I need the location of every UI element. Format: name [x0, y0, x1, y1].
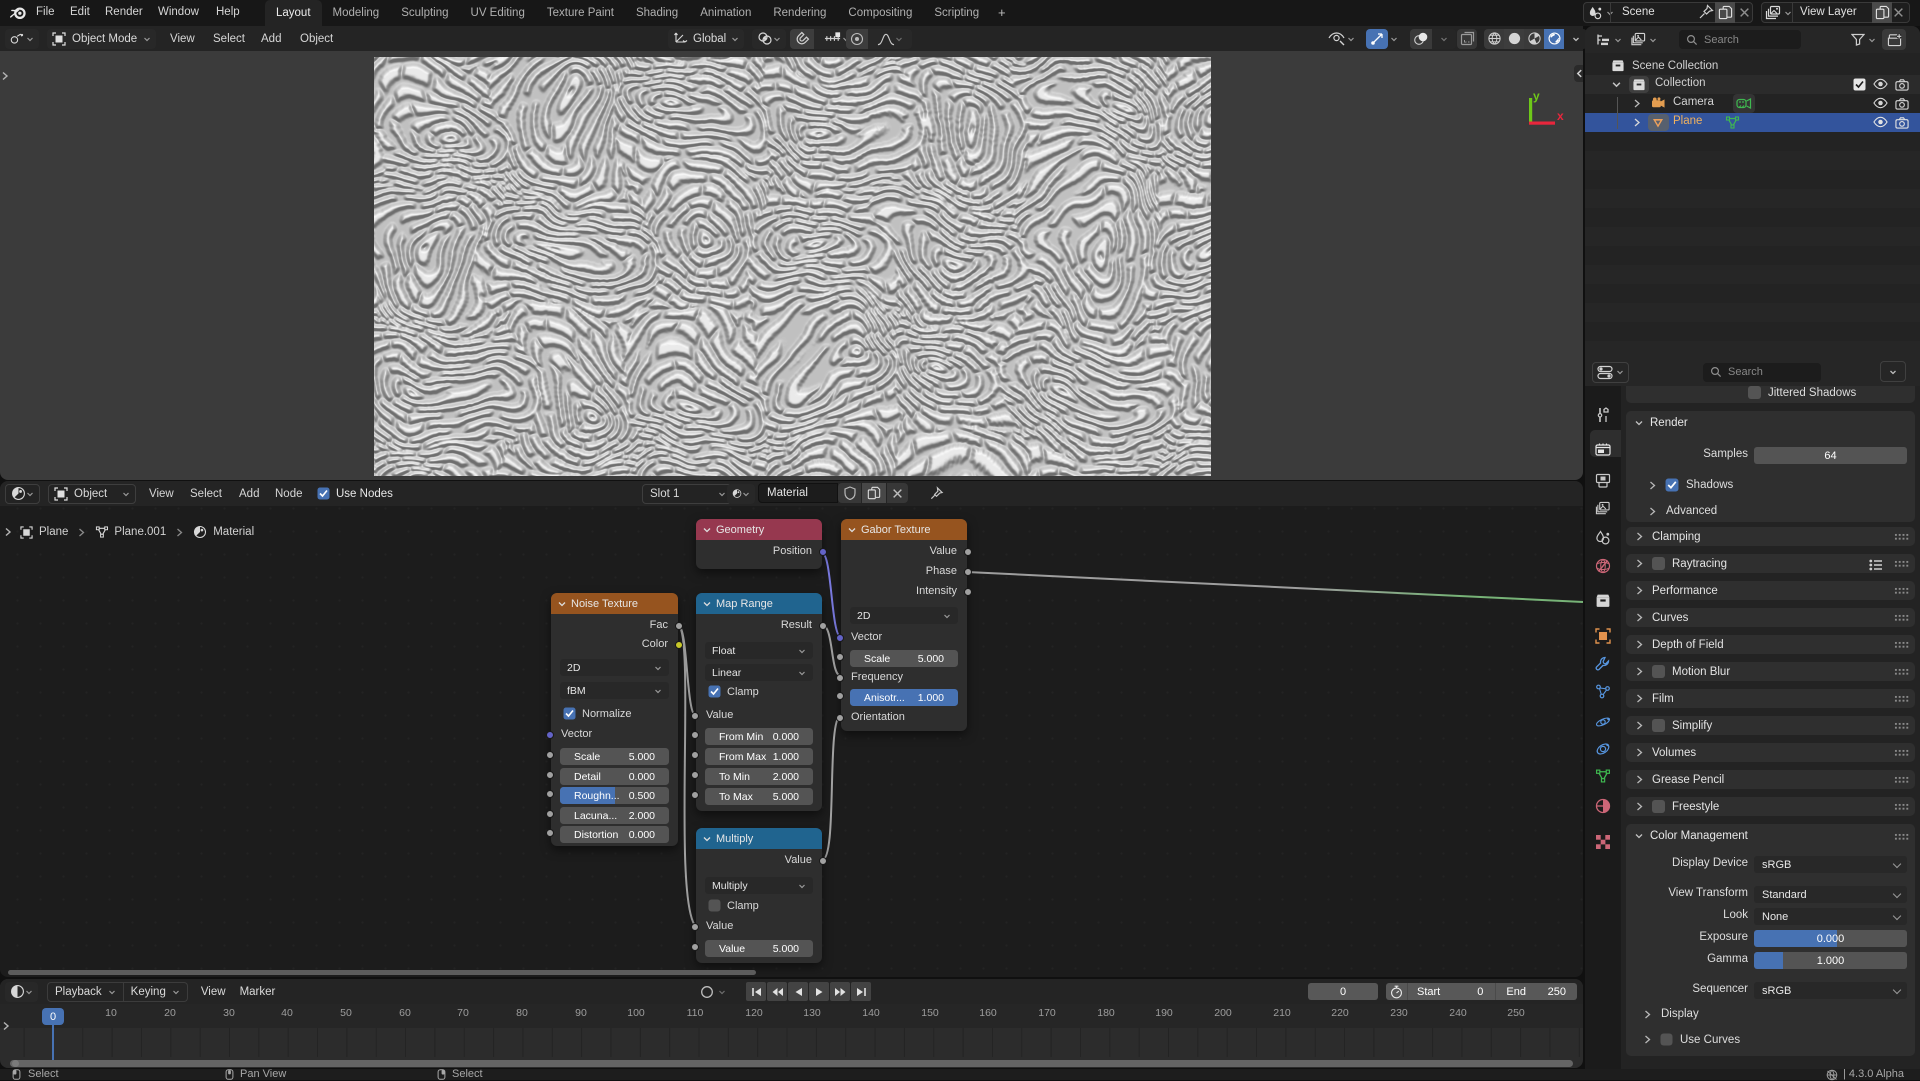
svg-text:y: y [1533, 89, 1540, 103]
svg-text:x: x [1557, 109, 1564, 123]
